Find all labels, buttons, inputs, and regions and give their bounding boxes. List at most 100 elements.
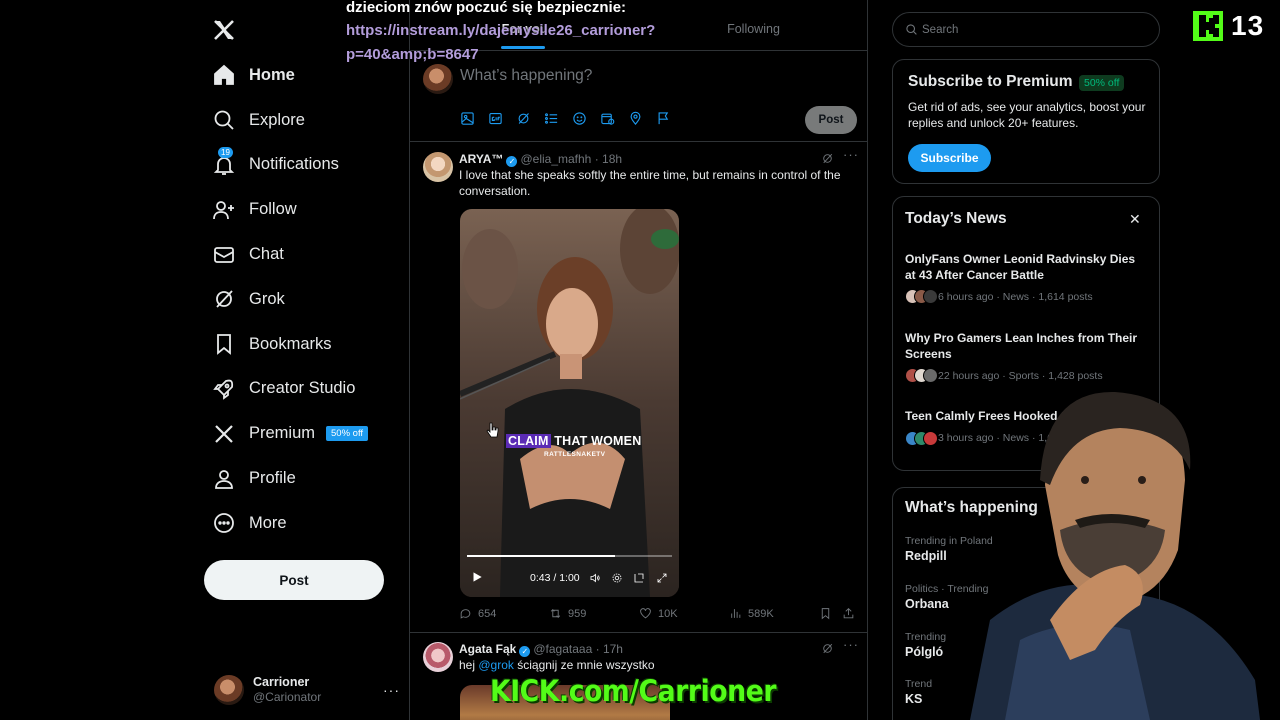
nav-item-label: Chat: [249, 245, 284, 264]
gif-icon[interactable]: [488, 111, 503, 126]
premium-discount-badge: 50% off: [326, 426, 369, 442]
more-dots-icon[interactable]: ···: [383, 682, 400, 698]
nav-item-label: Profile: [249, 469, 296, 488]
account-handle: @Carionator: [253, 690, 322, 704]
more-options-icon[interactable]: ···: [843, 147, 859, 162]
avatar[interactable]: [423, 642, 453, 672]
grok-icon[interactable]: [516, 111, 531, 126]
video-player[interactable]: CLAIM THAT WOMEN RATTLESNAKETV 0:43 / 1:…: [460, 209, 679, 597]
nav-item-more[interactable]: More: [200, 501, 408, 546]
verified-badge-icon: ✓: [519, 646, 531, 657]
nav-item-creator-studio[interactable]: Creator Studio: [200, 367, 408, 412]
reply-icon: [460, 609, 471, 619]
mention-link[interactable]: @grok: [478, 658, 514, 672]
bookmark-button[interactable]: [819, 607, 838, 620]
tab-following[interactable]: Following: [639, 0, 867, 50]
tweet-author-name[interactable]: ARYA™: [459, 152, 503, 166]
tweet-separator: ·: [592, 642, 603, 656]
tweet-author-handle[interactable]: @elia_mafhh: [520, 152, 591, 166]
nav-item-profile[interactable]: Profile: [200, 456, 408, 501]
account-names: Carrioner @Carionator: [253, 675, 321, 705]
news-headline: OnlyFans Owner Leonid Radvinsky Dies at …: [905, 252, 1136, 282]
avatar: [214, 675, 244, 705]
views-button[interactable]: 589K: [729, 607, 774, 620]
video-watermark: RATTLESNAKETV: [544, 451, 606, 458]
schedule-icon[interactable]: [600, 111, 615, 126]
location-icon[interactable]: [628, 111, 643, 126]
close-icon[interactable]: ✕: [1129, 211, 1141, 228]
post-button[interactable]: Post: [204, 560, 384, 600]
tweet-author-name[interactable]: Agata Fąk: [459, 642, 516, 656]
volume-icon[interactable]: [589, 571, 602, 584]
nav-item-explore[interactable]: Explore: [200, 98, 408, 143]
compose-input[interactable]: What’s happening?: [460, 67, 592, 85]
video-progress-bar[interactable]: [467, 555, 672, 557]
home-icon: [212, 63, 236, 87]
play-icon[interactable]: [470, 570, 484, 584]
emoji-icon[interactable]: [572, 111, 587, 126]
like-button[interactable]: 10K: [639, 607, 678, 620]
more-options-icon[interactable]: ···: [843, 637, 859, 652]
poll-icon[interactable]: [544, 111, 559, 126]
composer-post-button[interactable]: Post: [805, 106, 857, 134]
bell-icon: 19: [212, 146, 236, 177]
account-name: Carrioner: [253, 675, 310, 689]
tweet[interactable]: ARYA™ ✓ @elia_mafhh · 18h ··· I love that …: [410, 142, 867, 632]
tweet-time[interactable]: 17h: [603, 642, 623, 656]
avatar[interactable]: [423, 152, 453, 182]
search-input[interactable]: [922, 21, 1142, 39]
share-button[interactable]: [842, 607, 861, 620]
video-caption: CLAIM THAT WOMEN: [506, 434, 642, 448]
account-switcher[interactable]: Carrioner @Carionator ···: [214, 672, 400, 708]
tweet-time[interactable]: 18h: [602, 152, 622, 166]
image-icon[interactable]: [460, 111, 475, 126]
overlay-link: p=40&amp;b=8647: [346, 46, 479, 63]
kick-channel-banner: KICK.com/Carrioner: [490, 674, 777, 708]
video-controls: 0:43 / 1:00: [460, 567, 679, 589]
left-nav: Home Explore 19 Notifications Follow Cha…: [200, 0, 408, 720]
person-icon: [212, 467, 236, 491]
viewer-count-badge: 13: [1193, 10, 1271, 41]
kick-logo-icon: [1193, 11, 1223, 41]
notification-count-badge: 19: [218, 146, 233, 158]
streamer-webcam-cutout: [910, 390, 1280, 720]
flag-icon[interactable]: [656, 111, 671, 126]
x-logo-icon[interactable]: [212, 18, 236, 42]
viewer-count: 13: [1231, 10, 1265, 41]
grok-icon[interactable]: [821, 642, 835, 656]
nav-item-label: Follow: [249, 200, 297, 219]
grok-icon[interactable]: [821, 152, 835, 166]
active-tab-indicator: [501, 46, 545, 49]
video-time: 0:43 / 1:00: [530, 572, 580, 584]
tweet-author-handle[interactable]: @fagataaa: [533, 642, 592, 656]
tweet-actions: 654 959 10K 589K: [459, 607, 859, 623]
person-plus-icon: [212, 198, 236, 222]
nav-item-premium[interactable]: Premium 50% off: [200, 411, 408, 456]
avatar-stack: [905, 368, 938, 383]
nav-item-bookmarks[interactable]: Bookmarks: [200, 322, 408, 367]
news-item[interactable]: OnlyFans Owner Leonid Radvinsky Dies at …: [905, 252, 1145, 304]
views-icon: [731, 609, 741, 618]
heart-icon: [640, 608, 651, 619]
more-circle-icon: [212, 511, 236, 535]
x-home-screen: Home Explore 19 Notifications Follow Cha…: [0, 0, 1280, 720]
premium-discount-badge: 50% off: [1079, 75, 1125, 91]
search-box[interactable]: [892, 12, 1160, 47]
subscribe-button[interactable]: Subscribe: [908, 144, 991, 172]
main-feed: For you Following What’s happening? Post: [409, 0, 868, 720]
nav-item-follow[interactable]: Follow: [200, 187, 408, 232]
overlay-link: https://instream.ly/dajemysile26_carrion…: [346, 22, 656, 39]
nav-item-label: Notifications: [249, 155, 339, 174]
nav-item-notifications[interactable]: 19 Notifications: [200, 143, 408, 188]
settings-gear-icon[interactable]: [611, 571, 624, 584]
nav-item-label: Bookmarks: [249, 334, 332, 353]
news-headline: Why Pro Gamers Lean Inches from Their Sc…: [905, 331, 1138, 361]
picture-in-picture-icon[interactable]: [633, 571, 646, 584]
repost-button[interactable]: 959: [549, 607, 586, 620]
reply-button[interactable]: 654: [459, 607, 496, 620]
nav-item-grok[interactable]: Grok: [200, 277, 408, 322]
video-frame: [460, 209, 679, 597]
news-item[interactable]: Why Pro Gamers Lean Inches from Their Sc…: [905, 331, 1145, 383]
fullscreen-icon[interactable]: [656, 571, 669, 584]
nav-item-chat[interactable]: Chat: [200, 232, 408, 277]
